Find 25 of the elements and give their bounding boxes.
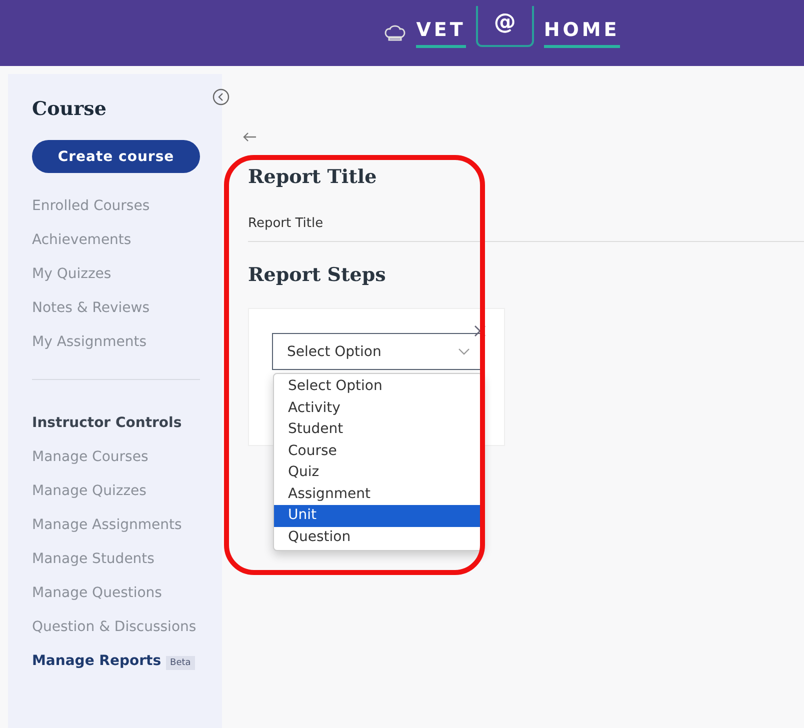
chevron-down-icon: [458, 348, 470, 356]
dropdown-option[interactable]: Quiz: [274, 462, 482, 484]
logo-text: VET: [416, 18, 466, 48]
beta-badge: Beta: [166, 656, 195, 670]
sidebar-item[interactable]: Manage Reports Beta: [32, 644, 208, 680]
report-title-field[interactable]: Report Title: [248, 210, 804, 242]
dropdown-option[interactable]: Select Option: [274, 376, 482, 398]
dropdown-option[interactable]: Question: [274, 526, 482, 548]
dropdown-option[interactable]: Student: [274, 419, 482, 440]
select-dropdown[interactable]: Select Option: [272, 333, 481, 370]
section-heading: Instructor Controls: [32, 414, 183, 433]
dropdown-option[interactable]: Assignment: [274, 484, 482, 505]
logo-text: HOME: [544, 18, 620, 48]
dropdown-option[interactable]: Activity: [274, 398, 482, 419]
back-arrow-icon[interactable]: [243, 132, 257, 142]
sidebar-title: Course: [32, 98, 108, 120]
dropdown-option[interactable]: Course: [274, 440, 482, 462]
collapse-icon[interactable]: [212, 88, 230, 106]
section-heading: Report Steps: [248, 264, 387, 286]
chef-hat-icon: [384, 25, 406, 41]
create-course-button[interactable]: Create course: [32, 140, 200, 173]
section-heading: Report Title: [248, 166, 378, 188]
logo-text: @: [476, 6, 534, 46]
dropdown-option[interactable]: Unit: [274, 505, 482, 526]
select-value: Select Option: [287, 344, 382, 360]
